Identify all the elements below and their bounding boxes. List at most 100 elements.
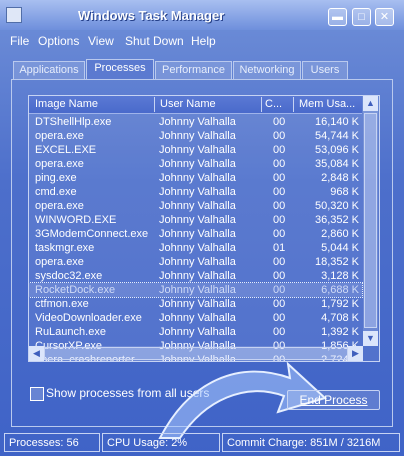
tab-users[interactable]: Users [302,61,348,79]
process-user: Johnny Valhalla [159,144,236,156]
process-user: Johnny Valhalla [159,200,236,212]
process-mem: 3,128 K [321,270,359,282]
process-name: opera.exe [35,158,84,170]
task-manager-window: Windows Task Manager ▬ □ ✕ File Options … [0,0,404,456]
status-processes: Processes: 56 [4,433,100,452]
table-row[interactable]: taskmgr.exe Johnny Valhalla 01 5,044 K [29,241,362,255]
table-row[interactable]: ping.exe Johnny Valhalla 00 2,848 K [29,171,362,185]
menu-bar: File Options View Shut Down Help [0,33,404,51]
table-row[interactable]: DTShellHlp.exe Johnny Valhalla 00 16,140 K [29,115,362,129]
status-bar: Processes: 56 CPU Usage: 2% Commit Charg… [0,430,404,456]
process-user: Johnny Valhalla [159,214,236,226]
process-mem: 968 K [330,186,359,198]
process-name: taskmgr.exe [35,242,95,254]
process-mem: 6,688 K [321,284,359,296]
table-row[interactable]: opera.exe Johnny Valhalla 00 54,744 K [29,129,362,143]
maximize-button[interactable]: □ [352,8,371,26]
show-all-users-checkbox[interactable] [30,387,44,401]
table-row[interactable]: opera.exe Johnny Valhalla 00 18,352 K [29,255,362,269]
process-cpu: 00 [273,144,286,156]
process-user: Johnny Valhalla [159,284,236,296]
process-cpu: 00 [273,214,286,226]
process-mem: 36,352 K [314,214,359,226]
table-row[interactable]: EXCEL.EXE Johnny Valhalla 00 53,096 K [29,143,362,157]
minimize-button[interactable]: ▬ [328,8,347,26]
process-cpu: 00 [273,270,286,282]
process-name: ctfmon.exe [35,298,89,310]
process-name: sysdoc32.exe [35,270,103,282]
process-cpu: 01 [273,242,286,254]
process-rows: DTShellHlp.exe Johnny Valhalla 00 16,140 Ko… [29,115,363,361]
process-name: WINWORD.EXE [35,214,117,226]
window-title: Windows Task Manager [78,8,225,23]
process-cpu: 00 [273,284,286,296]
column-user-name[interactable]: User Name [160,98,260,110]
process-cpu: 00 [273,172,286,184]
process-name: RocketDock.exe [35,284,116,296]
process-mem: 1,792 K [321,298,359,310]
process-name: ping.exe [35,172,77,184]
column-divider[interactable] [293,97,294,112]
process-mem: 2,848 K [321,172,359,184]
column-cpu[interactable]: C... [265,98,291,110]
task-manager-icon [6,7,22,23]
process-name: opera.exe [35,200,84,212]
tab-networking[interactable]: Networking [233,61,301,79]
process-mem: 4,708 K [321,312,359,324]
process-name: RuLaunch.exe [35,326,106,338]
process-user: Johnny Valhalla [159,270,236,282]
process-name: opera.exe [35,130,84,142]
close-button[interactable]: ✕ [375,8,394,26]
table-row[interactable]: sysdoc32.exe Johnny Valhalla 00 3,128 K [29,269,362,283]
table-row[interactable]: ctfmon.exe Johnny Valhalla 00 1,792 K [29,297,362,311]
menu-shut-down[interactable]: Shut Down [125,34,184,48]
process-cpu: 00 [273,200,286,212]
tab-processes[interactable]: Processes [86,59,154,80]
menu-options[interactable]: Options [38,34,79,48]
process-name: VideoDownloader.exe [35,312,142,324]
column-mem-usage[interactable]: Mem Usa... [299,98,361,110]
process-cpu: 00 [273,256,286,268]
process-name: 3GModemConnect.exe [35,228,149,240]
process-user: Johnny Valhalla [159,242,236,254]
scroll-right-icon[interactable]: ▶ [348,346,363,361]
process-user: Johnny Valhalla [159,186,236,198]
scroll-up-icon[interactable]: ▲ [363,96,378,111]
table-row[interactable]: opera.exe Johnny Valhalla 00 35,084 K [29,157,362,171]
table-row[interactable]: opera.exe Johnny Valhalla 00 50,320 K [29,199,362,213]
column-divider[interactable] [154,97,155,112]
process-user: Johnny Valhalla [159,228,236,240]
menu-file[interactable]: File [10,34,29,48]
process-user: Johnny Valhalla [159,130,236,142]
menu-view[interactable]: View [88,34,114,48]
process-mem: 50,320 K [314,200,359,212]
column-image-name[interactable]: Image Name [35,98,153,110]
end-process-button[interactable]: End Process [287,390,380,410]
vertical-scroll-thumb[interactable] [364,113,377,328]
process-user: Johnny Valhalla [159,298,236,310]
process-cpu: 00 [273,130,286,142]
vertical-scrollbar[interactable]: ▲ ▼ [363,96,378,346]
table-row[interactable]: 3GModemConnect.exe Johnny Valhalla 00 2,860… [29,227,362,241]
process-user: Johnny Valhalla [159,256,236,268]
title-bar[interactable]: Windows Task Manager ▬ □ ✕ [0,0,404,30]
table-row[interactable]: cmd.exe Johnny Valhalla 00 968 K [29,185,362,199]
table-row[interactable]: VideoDownloader.exe Johnny Valhalla 00 4,70… [29,311,362,325]
scroll-down-icon[interactable]: ▼ [363,331,378,346]
scroll-left-icon[interactable]: ◀ [29,346,44,361]
process-mem: 54,744 K [314,130,359,142]
tab-performance[interactable]: Performance [155,61,232,79]
process-mem: 35,084 K [314,158,359,170]
process-mem: 16,140 K [314,116,359,128]
tab-applications[interactable]: Applications [13,61,85,79]
menu-help[interactable]: Help [191,34,216,48]
process-cpu: 00 [273,312,286,324]
process-mem: 5,044 K [321,242,359,254]
process-name: EXCEL.EXE [35,144,97,156]
table-row[interactable]: WINWORD.EXE Johnny Valhalla 00 36,352 K [29,213,362,227]
process-name: DTShellHlp.exe [35,116,112,128]
table-row[interactable]: RocketDock.exe Johnny Valhalla 00 6,688 K [29,282,363,298]
curved-arrow-icon [158,361,327,439]
column-divider[interactable] [261,97,262,112]
process-list[interactable]: Image Name User Name C... Mem Usa... DTS… [28,95,380,362]
